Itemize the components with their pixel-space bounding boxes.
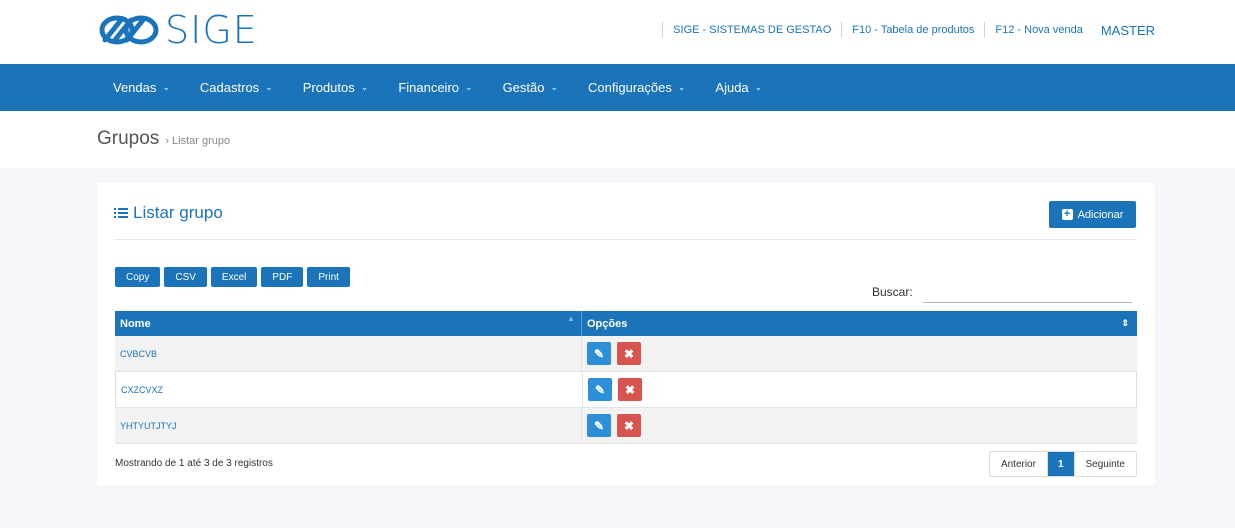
close-icon: ✖ (624, 382, 636, 397)
add-button[interactable]: + Adicionar (1049, 201, 1136, 228)
chevron-down-icon: ⌄ (465, 82, 473, 92)
pagination-prev[interactable]: Anterior (990, 452, 1047, 476)
delete-button[interactable]: ✖ (617, 414, 641, 437)
link-tabela-produtos[interactable]: F10 - Tabela de produtos (852, 24, 974, 36)
sort-asc-icon: ▲ (567, 314, 575, 323)
nav-produtos[interactable]: Produtos ⌄ (303, 80, 369, 95)
column-header-label: Nome (120, 317, 151, 330)
card-title: Listar grupo (114, 203, 223, 223)
print-button[interactable]: Print (307, 267, 350, 287)
delete-button[interactable]: ✖ (618, 378, 642, 401)
close-icon: ✖ (623, 346, 635, 361)
pencil-icon: ✎ (593, 418, 605, 433)
logo[interactable]: SIGE (97, 10, 258, 50)
nav-label: Vendas (113, 80, 157, 95)
link-nova-venda[interactable]: F12 - Nova venda (995, 24, 1082, 36)
row-name[interactable]: CVBCVB (115, 336, 582, 371)
search-area: Buscar: (872, 281, 1132, 303)
nav-configuracoes[interactable]: Configurações ⌄ (588, 80, 685, 95)
chevron-down-icon: ⌄ (162, 82, 170, 92)
user-menu[interactable]: MASTER (1101, 23, 1155, 38)
pagination-next[interactable]: Seguinte (1073, 452, 1136, 476)
close-icon: ✖ (623, 418, 635, 433)
export-buttons: Copy CSV Excel PDF Print (115, 267, 354, 287)
page-title: Grupos (97, 128, 160, 149)
plus-icon: + (1061, 209, 1073, 220)
column-header-label: Opções (587, 317, 628, 330)
top-links: SIGE - SISTEMAS DE GESTAO F10 - Tabela d… (652, 22, 1155, 38)
table-row: CXZCVXZ ✎ ✖ (115, 372, 1137, 408)
divider (662, 22, 664, 38)
chevron-down-icon: ⌄ (360, 82, 369, 92)
table-info: Mostrando de 1 até 3 de 3 registros (115, 458, 273, 469)
divider (984, 22, 986, 38)
link-sige[interactable]: SIGE - SISTEMAS DE GESTAO (673, 24, 831, 36)
chevron-down-icon: ⌄ (754, 82, 763, 92)
logo-infinity-icon (99, 15, 159, 45)
nav-label: Ajuda (715, 80, 749, 95)
row-name[interactable]: YHTYUTJTYJ (115, 408, 582, 443)
row-name[interactable]: CXZCVXZ (116, 372, 583, 407)
pencil-icon: ✎ (594, 382, 606, 397)
edit-button[interactable]: ✎ (587, 342, 611, 365)
row-options: ✎ ✖ (582, 408, 1137, 443)
chevron-down-icon: ⌄ (550, 82, 559, 92)
divider (114, 239, 1136, 240)
list-card: Listar grupo + Adicionar Copy CSV Excel … (97, 183, 1154, 485)
breadcrumb: Grupos › Listar grupo (97, 128, 230, 150)
csv-button[interactable]: CSV (164, 267, 207, 287)
edit-button[interactable]: ✎ (588, 378, 612, 401)
nav-vendas[interactable]: Vendas ⌄ (113, 80, 170, 95)
delete-button[interactable]: ✖ (617, 342, 641, 365)
logo-text: SIGE (165, 8, 258, 52)
nav-label: Configurações (588, 80, 672, 95)
table-header: Nome ▲ Opções ⇕ (115, 311, 1137, 336)
pencil-icon: ✎ (593, 346, 605, 361)
row-options: ✎ ✖ (582, 336, 1137, 371)
main-navbar: Vendas ⌄ Cadastros ⌄ Produtos ⌄ Financeiro ⌄… (0, 64, 1235, 111)
nav-gestao[interactable]: Gestão ⌄ (503, 80, 558, 95)
pagination-page[interactable]: 1 (1046, 452, 1074, 476)
nav-label: Produtos (302, 80, 355, 95)
breadcrumb-current: › Listar grupo (165, 135, 230, 147)
breadcrumb-sub-label: Listar grupo (172, 135, 231, 147)
copy-button[interactable]: Copy (115, 267, 161, 287)
search-label: Buscar: (872, 285, 913, 299)
edit-button[interactable]: ✎ (587, 414, 611, 437)
excel-button[interactable]: Excel (210, 267, 258, 287)
nav-cadastros[interactable]: Cadastros ⌄ (200, 80, 273, 95)
card-title-text: Listar grupo (133, 203, 223, 222)
nav-ajuda[interactable]: Ajuda ⌄ (715, 80, 762, 95)
top-header: SIGE SIGE - SISTEMAS DE GESTAO F10 - Tab… (0, 0, 1235, 64)
chevron-down-icon: ⌄ (677, 82, 686, 92)
table-row: CVBCVB ✎ ✖ (115, 336, 1137, 372)
nav-label: Cadastros (199, 80, 260, 95)
nav-label: Financeiro (398, 80, 460, 95)
nav-financeiro[interactable]: Financeiro ⌄ (398, 80, 472, 95)
groups-table: Nome ▲ Opções ⇕ CVBCVB ✎ ✖ CXZCVXZ ✎ ✖ Y… (115, 311, 1137, 444)
column-header-nome[interactable]: Nome ▲ (115, 311, 582, 336)
divider (841, 22, 843, 38)
nav-label: Gestão (502, 80, 545, 95)
breadcrumb-separator: › (165, 135, 169, 147)
pdf-button[interactable]: PDF (261, 267, 304, 287)
add-button-label: Adicionar (1077, 208, 1124, 221)
sort-icon: ⇕ (1121, 318, 1129, 328)
table-row: YHTYUTJTYJ ✎ ✖ (115, 408, 1137, 444)
row-options: ✎ ✖ (583, 372, 1136, 407)
search-input[interactable] (922, 281, 1132, 303)
column-header-opcoes[interactable]: Opções ⇕ (582, 311, 1137, 336)
list-icon (114, 208, 128, 218)
pagination: Anterior 1 Seguinte (988, 451, 1137, 477)
chevron-down-icon: ⌄ (265, 82, 273, 92)
